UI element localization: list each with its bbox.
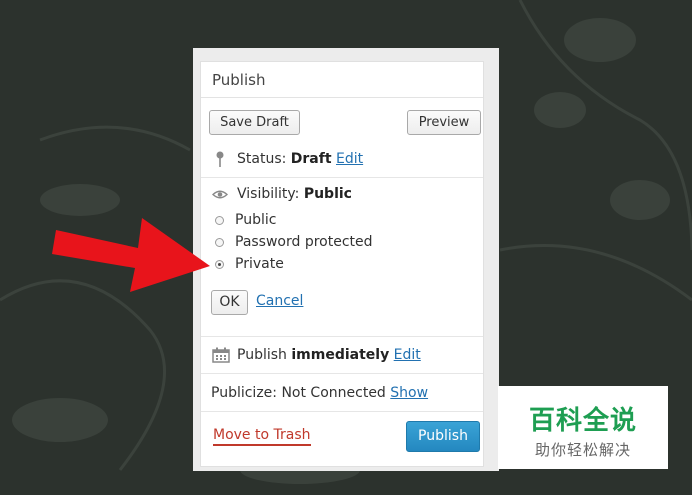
- eye-icon: [212, 190, 228, 199]
- divider: [201, 336, 483, 337]
- publish-button[interactable]: Publish: [406, 421, 480, 452]
- visibility-value: Public: [303, 186, 352, 202]
- move-to-trash-link[interactable]: Move to Trash: [213, 427, 311, 446]
- publicize-row: Publicize: Not Connected Show: [211, 385, 428, 401]
- radio-public[interactable]: [215, 216, 224, 225]
- divider: [201, 411, 483, 412]
- publish-box-title: Publish: [201, 62, 483, 98]
- option-private-label[interactable]: Private: [235, 256, 284, 272]
- pin-icon: [216, 151, 224, 167]
- radio-private[interactable]: [215, 260, 224, 269]
- option-password-protected-label[interactable]: Password protected: [235, 234, 373, 250]
- radio-password-protected[interactable]: [215, 238, 224, 247]
- watermark-title: 百科全说: [528, 406, 637, 436]
- publish-schedule-value: immediately: [291, 347, 390, 363]
- save-draft-button[interactable]: Save Draft: [209, 110, 300, 135]
- status-edit-link[interactable]: Edit: [336, 151, 363, 167]
- cancel-link[interactable]: Cancel: [256, 293, 303, 309]
- visibility-label: Visibility:: [237, 186, 300, 202]
- watermark-subtitle: 助你轻松解决: [534, 441, 631, 459]
- publish-schedule-edit-link[interactable]: Edit: [394, 347, 421, 363]
- publish-box: Publish Save Draft Preview Status: Draft…: [200, 61, 484, 467]
- watermark-logo: 百科全说 助你轻松解决: [498, 386, 668, 469]
- publish-schedule-label: Publish: [237, 347, 287, 363]
- visibility-row: Visibility: Public: [237, 186, 352, 202]
- option-public-label[interactable]: Public: [235, 212, 276, 228]
- divider: [201, 177, 483, 178]
- preview-button[interactable]: Preview: [407, 110, 481, 135]
- status-label: Status:: [237, 151, 287, 167]
- publicize-label: Publicize: Not Connected: [211, 385, 386, 401]
- publish-schedule-row: Publish immediately Edit: [237, 347, 421, 363]
- status-row: Status: Draft Edit: [237, 151, 363, 167]
- divider: [201, 373, 483, 374]
- publish-panel: Publish Save Draft Preview Status: Draft…: [193, 48, 499, 471]
- red-arrow-annotation: [52, 218, 210, 292]
- ok-button[interactable]: OK: [211, 290, 248, 315]
- calendar-icon: [212, 347, 230, 363]
- publicize-show-link[interactable]: Show: [390, 385, 428, 401]
- status-value: Draft: [290, 151, 332, 167]
